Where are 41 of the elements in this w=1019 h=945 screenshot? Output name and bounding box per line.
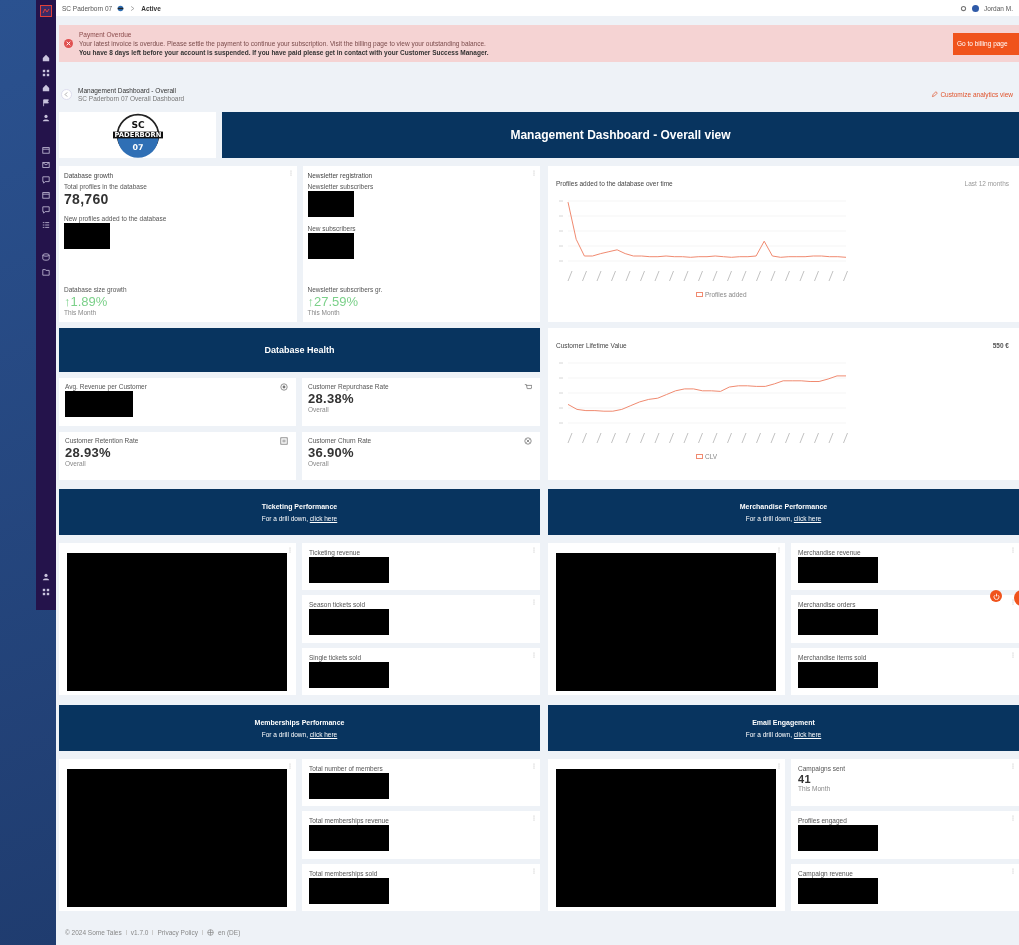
cart-icon bbox=[524, 383, 532, 391]
database-icon[interactable] bbox=[42, 253, 50, 261]
person-icon[interactable] bbox=[42, 573, 50, 581]
redacted-block bbox=[65, 391, 133, 417]
metric-value: 36.90% bbox=[308, 445, 354, 460]
house-icon[interactable] bbox=[42, 84, 50, 92]
growth-value: ↑1.89% bbox=[64, 294, 108, 309]
calendar-icon[interactable] bbox=[42, 146, 50, 154]
chat-icon[interactable] bbox=[42, 176, 50, 184]
legend-swatch bbox=[696, 454, 703, 459]
logo-icon[interactable] bbox=[40, 5, 52, 17]
error-icon bbox=[64, 39, 73, 48]
section-banner: Database Health bbox=[59, 328, 540, 372]
globe-icon[interactable] bbox=[206, 929, 214, 936]
flag-icon[interactable] bbox=[42, 99, 50, 107]
pencil-icon bbox=[931, 90, 939, 98]
dashboard-title: Management Dashboard - Overall view bbox=[222, 112, 1019, 158]
grid-icon[interactable] bbox=[42, 69, 50, 77]
folder-icon[interactable] bbox=[42, 268, 50, 276]
metric-value: 41 bbox=[798, 773, 811, 785]
mail-icon[interactable] bbox=[42, 161, 50, 169]
avatar[interactable] bbox=[972, 4, 980, 12]
grid-icon[interactable] bbox=[42, 588, 50, 596]
metric-value: 28.38% bbox=[308, 391, 354, 406]
legend-swatch bbox=[696, 292, 703, 297]
metric-value: 28.93% bbox=[65, 445, 111, 460]
metric-value: 78,760 bbox=[64, 191, 109, 207]
redacted-block bbox=[64, 223, 110, 249]
person-icon[interactable] bbox=[42, 114, 50, 122]
growth-value: ↑27.59% bbox=[307, 294, 359, 309]
chevron-icon bbox=[63, 90, 70, 98]
redacted-block bbox=[307, 191, 354, 217]
home-icon[interactable] bbox=[42, 54, 50, 62]
redacted-block bbox=[307, 233, 354, 259]
floating-button[interactable] bbox=[990, 590, 1002, 602]
calendar-icon[interactable] bbox=[42, 191, 50, 199]
list-icon[interactable] bbox=[42, 221, 50, 229]
power-icon bbox=[992, 592, 1000, 600]
club-logo-icon bbox=[117, 4, 125, 12]
chevron-icon bbox=[129, 4, 137, 12]
chat-icon[interactable] bbox=[42, 206, 50, 214]
